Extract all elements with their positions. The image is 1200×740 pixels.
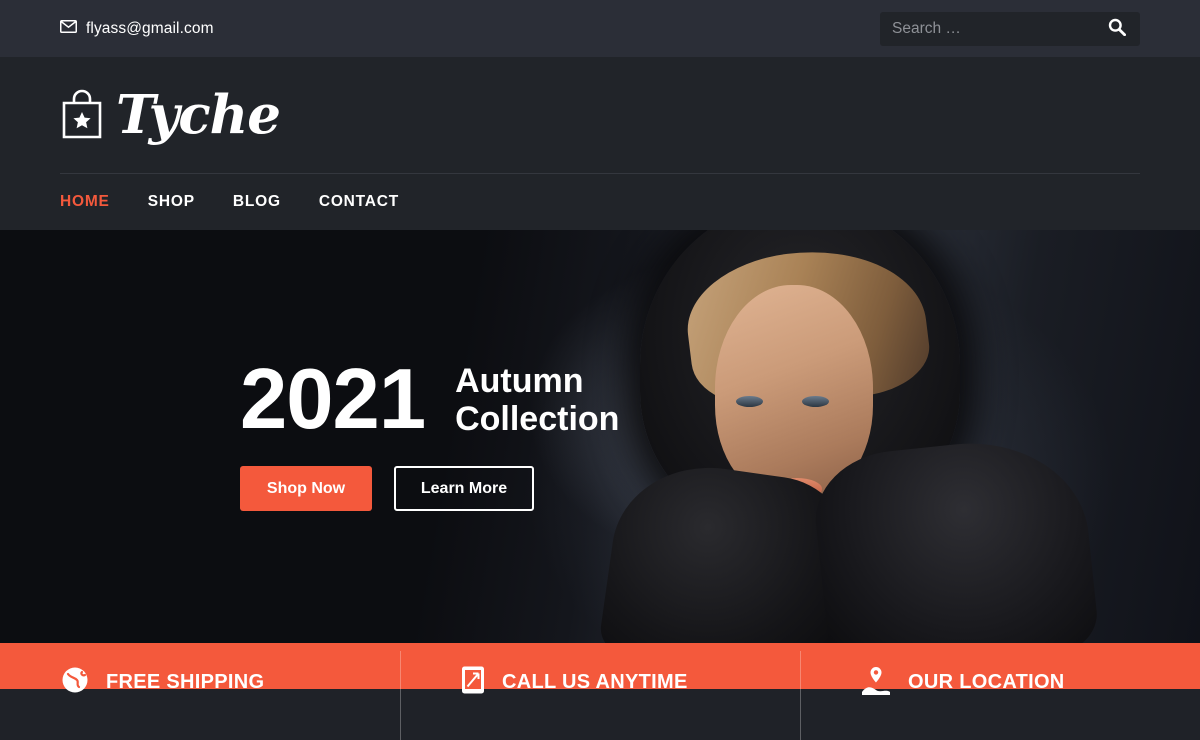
nav-item-shop[interactable]: SHOP	[148, 193, 195, 211]
feature-title: FREE SHIPPING	[106, 671, 265, 693]
nav-item-contact[interactable]: CONTACT	[319, 193, 399, 211]
search-input[interactable]	[892, 19, 1108, 38]
top-bar: flyass@gmail.com	[0, 0, 1200, 57]
search-icon	[1108, 18, 1126, 39]
feature-free-shipping[interactable]: FREE SHIPPING	[0, 643, 400, 700]
hero-content: 2021 Autumn Collection Shop Now Learn Mo…	[240, 230, 619, 643]
search-button[interactable]	[1108, 18, 1126, 39]
header-divider	[60, 173, 1140, 174]
feature-title: CALL US ANYTIME	[502, 671, 688, 693]
nav-item-blog[interactable]: BLOG	[233, 193, 281, 211]
main-navigation: HOME SHOP BLOG CONTACT	[0, 173, 1200, 230]
site-logo[interactable]: Tyche	[60, 83, 281, 146]
hero-buttons: Shop Now Learn More	[240, 466, 619, 512]
site-header: Tyche HOME SHOP BLOG CONTACT	[0, 57, 1200, 230]
feature-title: OUR LOCATION	[908, 671, 1065, 693]
hero-subtitle: Autumn Collection	[455, 361, 620, 438]
mobile-phone-icon	[460, 665, 486, 700]
nav-item-home[interactable]: HOME	[60, 193, 110, 211]
contact-email[interactable]: flyass@gmail.com	[60, 19, 214, 38]
hero-banner: 2021 Autumn Collection Shop Now Learn Mo…	[0, 230, 1200, 643]
logo-row: Tyche	[0, 57, 1200, 173]
shopping-bag-icon	[60, 88, 104, 145]
shop-now-button[interactable]: Shop Now	[240, 466, 372, 512]
learn-more-button[interactable]: Learn More	[394, 466, 534, 512]
hero-year: 2021	[240, 351, 426, 447]
logo-text: Tyche	[116, 83, 281, 146]
mail-icon	[60, 19, 77, 38]
search-box[interactable]	[880, 11, 1140, 46]
feature-call-us[interactable]: CALL US ANYTIME	[400, 643, 800, 740]
hero-heading: 2021 Autumn Collection	[240, 351, 620, 447]
feature-our-location[interactable]: OUR LOCATION	[800, 643, 1200, 740]
map-marker-icon	[860, 665, 892, 700]
email-text: flyass@gmail.com	[86, 19, 214, 37]
feature-bar: FREE SHIPPING CALL US ANYTIME OUR LOCATI…	[0, 643, 1200, 740]
globe-icon	[60, 665, 90, 700]
